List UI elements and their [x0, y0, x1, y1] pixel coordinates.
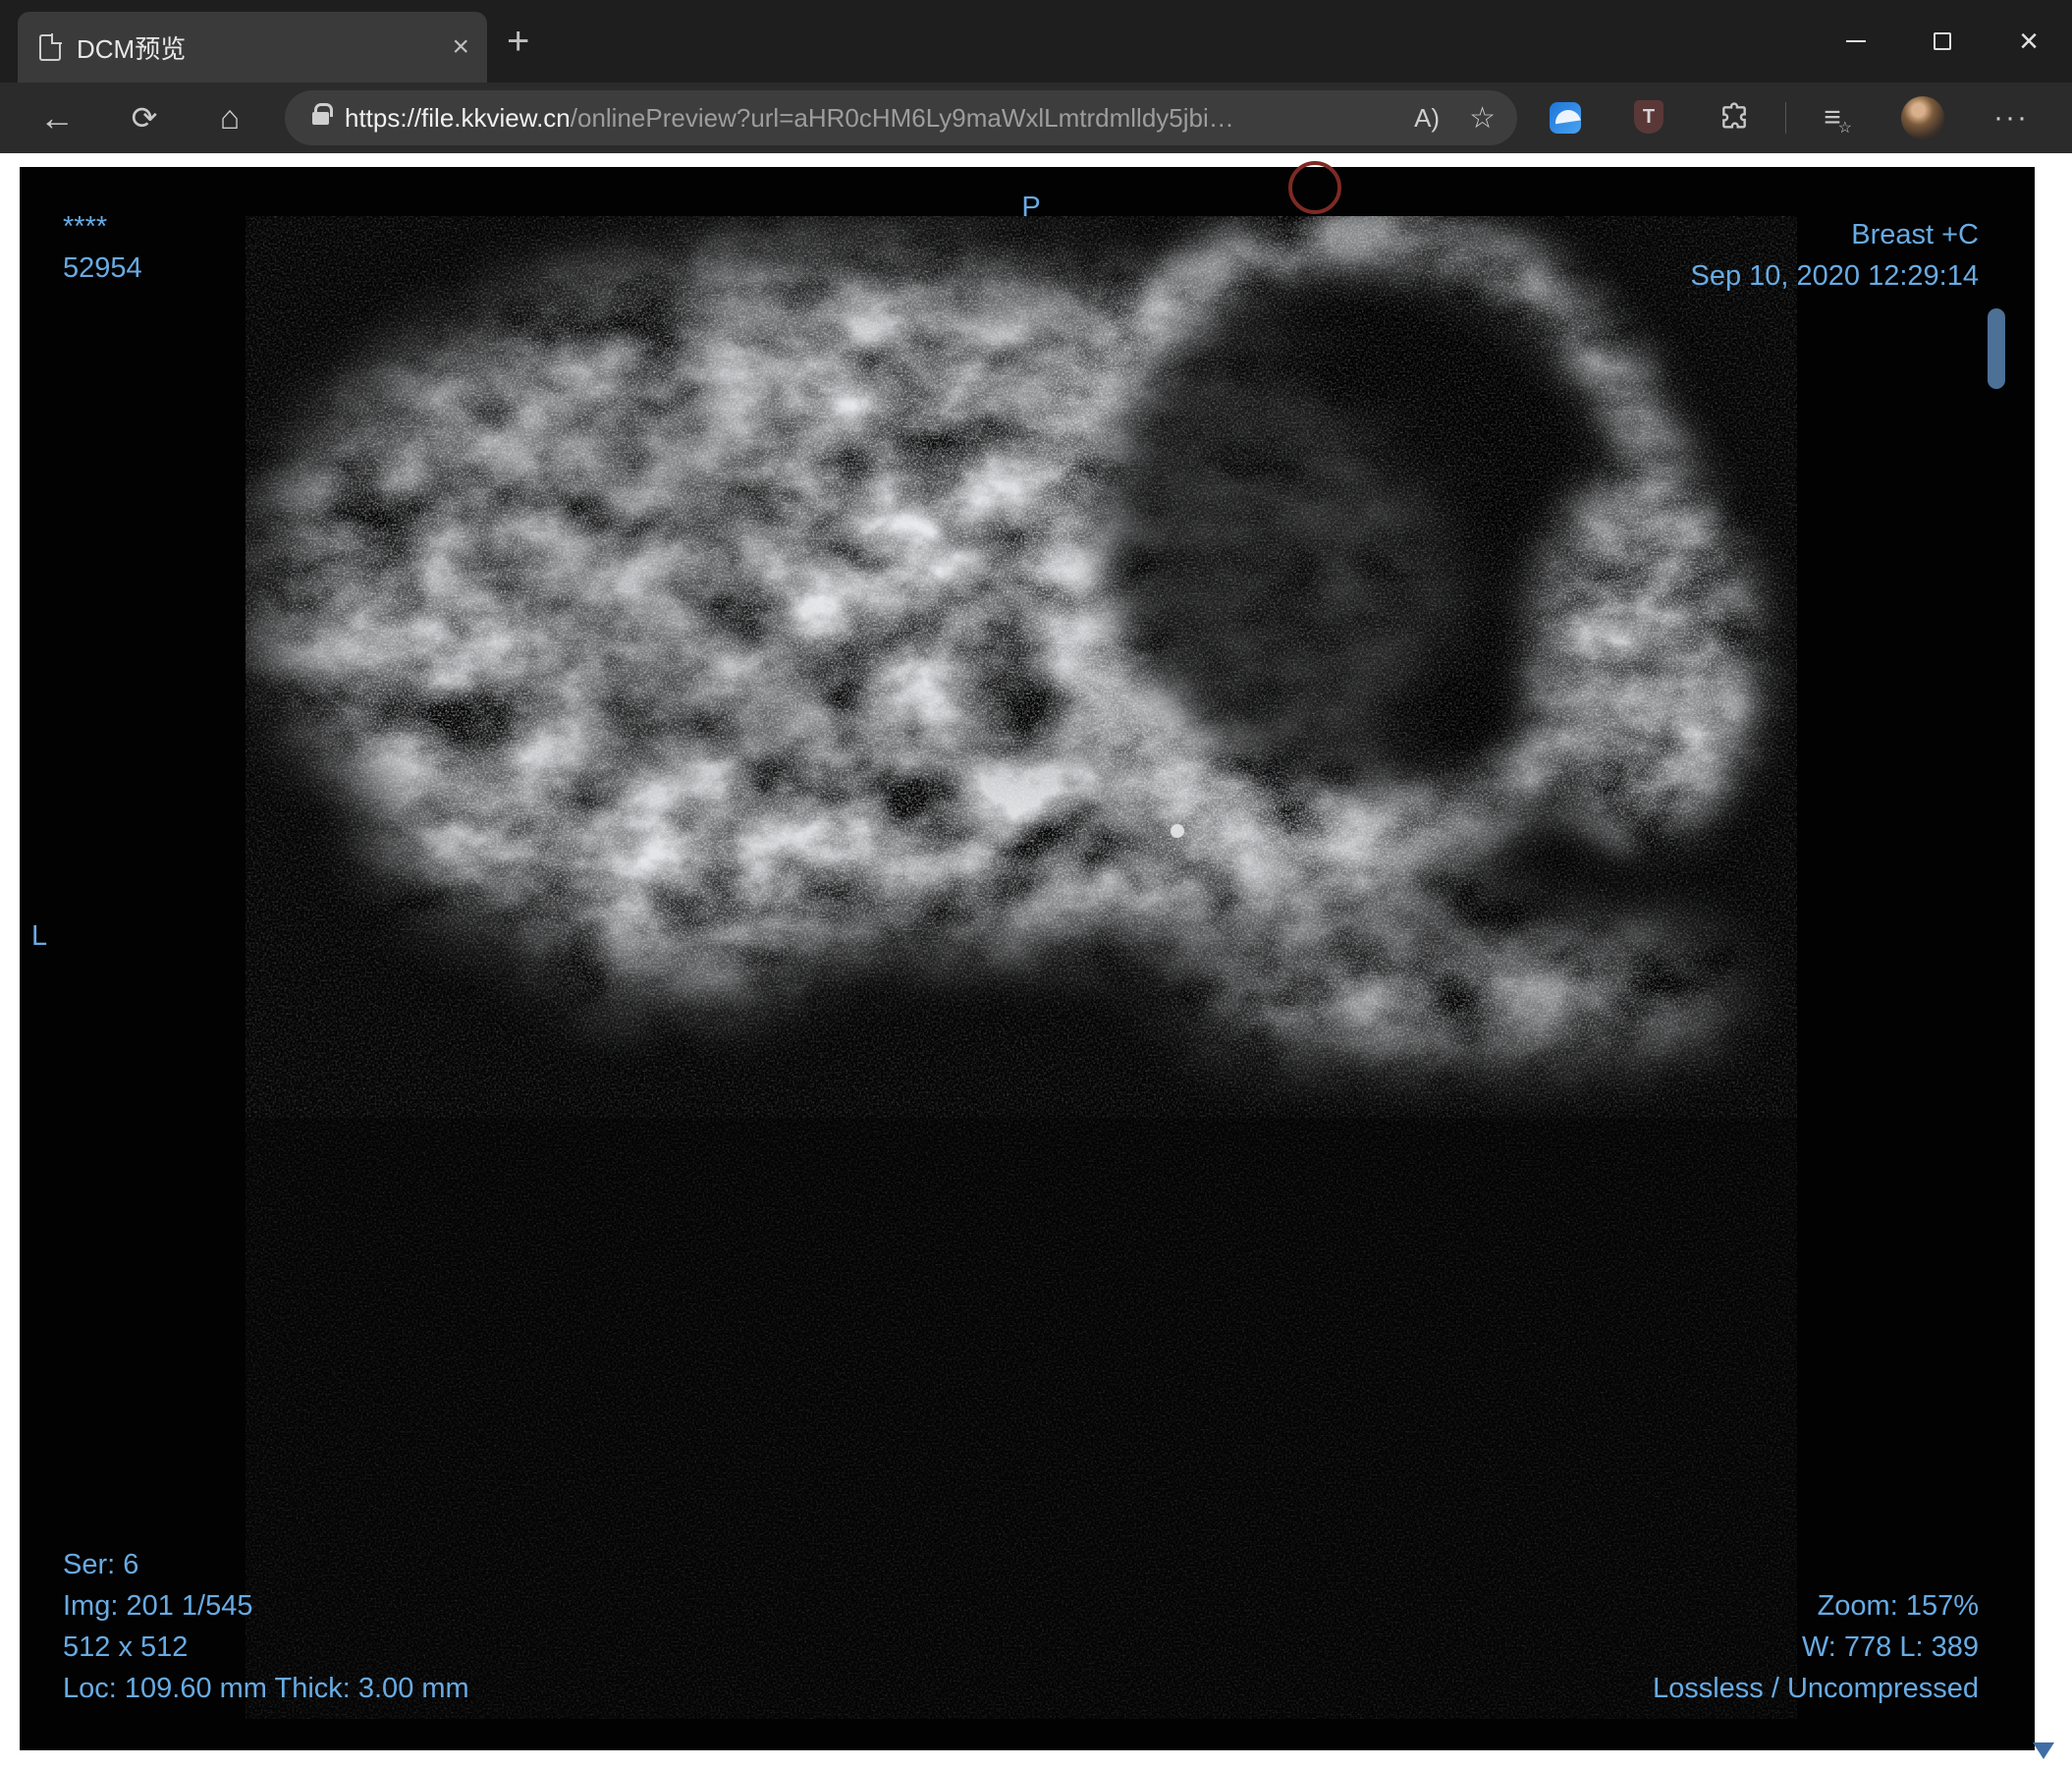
address-bar[interactable]: https://file.kkview.cn/onlinePreview?url… [285, 90, 1517, 145]
back-button[interactable]: ← [29, 90, 84, 145]
extensions-puzzle-icon[interactable] [1718, 102, 1750, 134]
orientation-marker-left: L [31, 920, 48, 952]
patient-name-masked: **** [63, 211, 108, 243]
browser-tab[interactable]: DCM预览 × [18, 12, 487, 83]
maximize-icon [1934, 32, 1951, 50]
scroll-down-arrow-icon[interactable] [2033, 1742, 2054, 1759]
series-info: Ser: 6 Img: 201 1/545 512 x 512 Loc: 109… [63, 1544, 469, 1709]
window-controls: × [1813, 0, 2072, 83]
study-info: Breast +C Sep 10, 2020 12:29:14 [1691, 214, 1979, 297]
minimize-button[interactable] [1813, 0, 1899, 83]
profile-avatar[interactable] [1901, 96, 1944, 139]
browser-titlebar: DCM预览 × + × [0, 0, 2072, 83]
add-favorite-icon[interactable]: ☆ [1469, 101, 1496, 136]
maximize-button[interactable] [1899, 0, 1986, 83]
browser-navbar: ← ⟳ ⌂ https://file.kkview.cn/onlinePrevi… [0, 83, 2072, 153]
url-text: https://file.kkview.cn/onlinePreview?url… [345, 103, 1414, 134]
slice-location: Loc: 109.60 mm Thick: 3.00 mm [63, 1673, 469, 1704]
patient-info: **** 52954 [63, 206, 142, 289]
close-button[interactable]: × [1986, 0, 2072, 83]
lock-icon[interactable] [312, 102, 333, 125]
page-content: **** 52954 P Breast +C Sep 10, 2020 12:2… [0, 153, 2072, 1768]
series-number: Ser: 6 [63, 1549, 139, 1580]
tab-title: DCM预览 [77, 33, 187, 64]
collections-star: ☆ [1837, 120, 1852, 137]
minimize-icon [1846, 40, 1866, 42]
image-matrix: 512 x 512 [63, 1631, 189, 1663]
tab-close-icon[interactable]: × [452, 32, 469, 62]
extension-blue-icon[interactable] [1550, 102, 1581, 134]
compression-info: Lossless / Uncompressed [1652, 1673, 1979, 1704]
window-level: W: 778 L: 389 [1801, 1631, 1979, 1663]
settings-more-icon[interactable]: ··· [1982, 90, 2041, 145]
image-number: Img: 201 1/545 [63, 1590, 253, 1622]
new-tab-button[interactable]: + [507, 0, 529, 83]
orientation-marker-posterior: P [1021, 192, 1041, 223]
extension-shield-icon[interactable]: T [1634, 100, 1663, 134]
collections-icon[interactable]: ≡ ☆ [1809, 94, 1856, 141]
mri-image[interactable] [245, 216, 1797, 1719]
study-description: Breast +C [1851, 219, 1979, 250]
patient-id: 52954 [63, 252, 142, 284]
display-info: Zoom: 157% W: 778 L: 389 Lossless / Unco… [1653, 1585, 1979, 1709]
refresh-button[interactable]: ⟳ [117, 90, 172, 145]
url-path: /onlinePreview?url=aHR0cHM6Ly9maWxlLmtrd… [570, 102, 1234, 133]
toolbar-separator [1785, 102, 1786, 134]
document-icon [39, 33, 62, 61]
study-datetime: Sep 10, 2020 12:29:14 [1690, 260, 1979, 292]
dicom-viewer[interactable]: **** 52954 P Breast +C Sep 10, 2020 12:2… [20, 161, 2035, 1750]
series-scrollbar-thumb[interactable] [1988, 308, 2005, 389]
annotation-circle [1288, 161, 1341, 214]
zoom-level: Zoom: 157% [1817, 1590, 1979, 1622]
url-host: https://file.kkview.cn [345, 102, 571, 133]
read-aloud-icon[interactable]: A) [1414, 103, 1440, 134]
home-button[interactable]: ⌂ [202, 90, 257, 145]
